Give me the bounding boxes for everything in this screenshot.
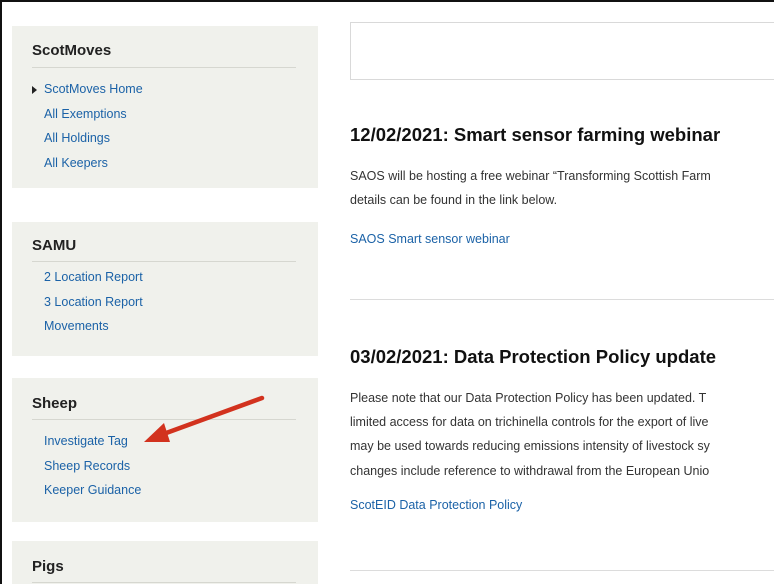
article-line: SAOS will be hosting a free webinar “Tra…: [350, 169, 711, 183]
article-line: limited access for data on trichinella c…: [350, 415, 709, 430]
sidebar-item-2-location-report[interactable]: 2 Location Report: [44, 265, 143, 290]
sidebar-list: ScotMoves Home All Exemptions All Holdin…: [32, 77, 143, 176]
sidebar-block-title: Sheep: [32, 395, 78, 412]
article-link[interactable]: SAOS Smart sensor webinar: [350, 232, 510, 246]
sidebar-divider: [32, 261, 296, 262]
sidebar-divider: [32, 582, 296, 583]
sidebar-block-pigs: Pigs: [12, 541, 318, 584]
sidebar-item-scotmoves-home[interactable]: ScotMoves Home: [32, 77, 143, 102]
sidebar-block-samu: SAMU 2 Location Report 3 Location Report…: [12, 222, 318, 356]
article-title: 03/02/2021: Data Protection Policy updat…: [350, 346, 717, 367]
sidebar-item-movements[interactable]: Movements: [44, 314, 143, 339]
sidebar-item-all-keepers[interactable]: All Keepers: [44, 151, 143, 176]
article-divider: [350, 570, 774, 571]
sidebar-list: 2 Location Report 3 Location Report Move…: [44, 265, 143, 339]
article-body: SAOS will be hosting a free webinar “Tra…: [350, 164, 774, 212]
article-body: Please note that our Data Protection Pol…: [350, 386, 774, 483]
content-panel: [350, 22, 774, 80]
sidebar-divider: [32, 67, 296, 68]
sidebar-item-all-exemptions[interactable]: All Exemptions: [44, 102, 143, 127]
sidebar-item-all-holdings[interactable]: All Holdings: [44, 126, 143, 151]
sidebar-block-scotmoves: ScotMoves ScotMoves Home All Exemptions …: [12, 26, 318, 188]
caret-right-icon: [32, 86, 37, 94]
article-line: Please note that our Data Protection Pol…: [350, 391, 707, 405]
sidebar-block-title: ScotMoves: [32, 42, 112, 59]
article-line: may be used towards reducing emissions i…: [350, 439, 710, 454]
window-border-top: [0, 0, 774, 2]
sidebar-block-title: SAMU: [32, 237, 77, 254]
sidebar-item-label: ScotMoves Home: [44, 82, 143, 96]
sidebar-item-keeper-guidance[interactable]: Keeper Guidance: [44, 478, 141, 503]
article-divider: [350, 299, 774, 300]
sidebar-item-3-location-report[interactable]: 3 Location Report: [44, 290, 143, 315]
sidebar-list: Investigate Tag Sheep Records Keeper Gui…: [44, 429, 141, 503]
article-line: details can be found in the link below.: [350, 193, 558, 208]
sidebar-item-sheep-records[interactable]: Sheep Records: [44, 454, 141, 479]
window-border-left: [0, 0, 2, 584]
article-link[interactable]: ScotEID Data Protection Policy: [350, 498, 522, 512]
sidebar-block-title: Pigs: [32, 558, 64, 575]
article-line: changes include reference to withdrawal …: [350, 463, 710, 478]
article-title: 12/02/2021: Smart sensor farming webinar: [350, 124, 721, 145]
annotation-arrow-icon: [144, 395, 265, 442]
sidebar-item-investigate-tag[interactable]: Investigate Tag: [44, 429, 141, 454]
